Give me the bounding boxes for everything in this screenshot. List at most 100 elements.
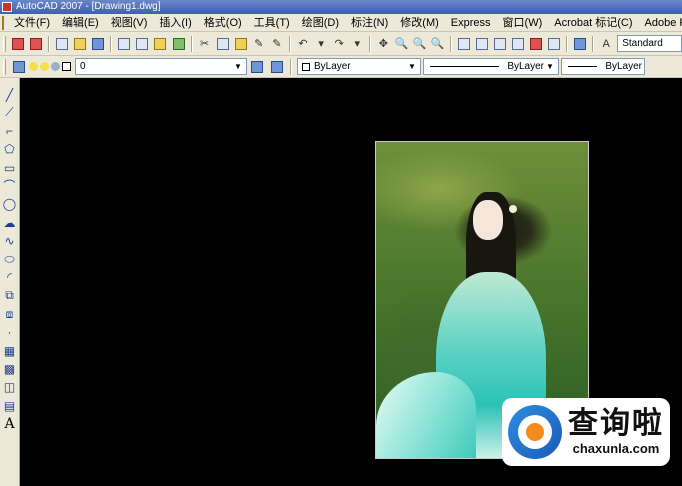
calculator-icon[interactable] <box>546 35 562 53</box>
window-title: AutoCAD 2007 - [Drawing1.dwg] <box>16 1 161 12</box>
make-block-icon[interactable]: ⧈ <box>2 306 18 323</box>
watermark-name: 查询啦 <box>568 406 664 441</box>
undo-dropdown-icon[interactable]: ▾ <box>313 35 329 53</box>
spline-icon[interactable]: ∿ <box>2 232 18 249</box>
multiline-text-icon[interactable]: A <box>2 415 18 432</box>
menu-view[interactable]: 视图(V) <box>105 14 154 32</box>
toolbar-separator <box>369 35 372 52</box>
gradient-icon[interactable]: ▩ <box>2 360 18 377</box>
toolbar-separator <box>449 35 452 52</box>
polygon-icon[interactable]: ⬠ <box>2 141 18 158</box>
watermark-domain: chaxunla.com <box>572 441 660 456</box>
revision-cloud-icon[interactable]: ☁ <box>2 214 18 231</box>
open-file-icon[interactable] <box>72 35 88 53</box>
cut-icon[interactable]: ✂ <box>197 35 213 53</box>
lineweight-select[interactable]: ByLayer <box>561 58 645 75</box>
menu-express[interactable]: Express <box>445 14 497 32</box>
color-select[interactable]: ByLayer ▼ <box>297 58 421 75</box>
menu-bar: 文件(F) 编辑(E) 视图(V) 插入(I) 格式(O) 工具(T) 绘图(D… <box>0 14 682 32</box>
print-preview-icon[interactable] <box>134 35 150 53</box>
circle-icon[interactable]: ◯ <box>2 196 18 213</box>
hatch-icon[interactable]: ▦ <box>2 342 18 359</box>
acrobat-markup-icon[interactable] <box>28 35 44 53</box>
pan-icon[interactable]: ✥ <box>375 35 391 53</box>
layers-properties-toolbar: 0 ▼ ByLayer ▼ ByLayer ▼ ByLayer <box>0 56 682 78</box>
menu-format[interactable]: 格式(O) <box>198 14 248 32</box>
layer-thaw-icon <box>40 62 49 71</box>
menu-file[interactable]: 文件(F) <box>8 14 56 32</box>
polyline-icon[interactable]: ⌐ <box>2 123 18 140</box>
menu-tools[interactable]: 工具(T) <box>248 14 296 32</box>
toolbar-separator <box>48 35 51 52</box>
autocad-app-icon <box>2 2 12 12</box>
arc-icon[interactable]: ⌒ <box>2 177 18 194</box>
toolbar-grip[interactable] <box>3 58 6 75</box>
chevron-down-icon[interactable]: ▼ <box>406 60 418 73</box>
menu-acrobat-markup[interactable]: Acrobat 标记(C) <box>548 14 638 32</box>
tool-palettes-icon[interactable] <box>492 35 508 53</box>
make-current-layer-icon[interactable] <box>248 58 266 76</box>
toolbar-separator <box>290 58 292 75</box>
menu-dimension[interactable]: 标注(N) <box>345 14 394 32</box>
markup-set-icon[interactable] <box>528 35 544 53</box>
text-style-icon[interactable]: A <box>598 35 614 53</box>
block-editor-icon[interactable]: ✎ <box>269 35 285 53</box>
layer-color-icon <box>62 62 71 71</box>
menu-modify[interactable]: 修改(M) <box>394 14 445 32</box>
toolbar-grip[interactable] <box>3 35 6 52</box>
toolbar-separator <box>288 35 291 52</box>
line-icon[interactable]: ╱ <box>2 86 18 103</box>
color-swatch-icon <box>302 62 310 71</box>
region-icon[interactable]: ◫ <box>2 379 18 396</box>
layer-select[interactable]: 0 ▼ <box>75 58 247 75</box>
watermark-text: 查询啦 chaxunla.com <box>568 407 664 457</box>
point-icon[interactable]: · <box>2 324 18 341</box>
redo-dropdown-icon[interactable]: ▾ <box>349 35 365 53</box>
chevron-down-icon[interactable]: ▼ <box>544 60 556 73</box>
print-icon[interactable] <box>116 35 132 53</box>
construction-line-icon[interactable]: ⟋ <box>2 104 18 121</box>
text-style-select[interactable]: Standard <box>617 35 682 52</box>
menu-adobe-pdf[interactable]: Adobe PDF(B) <box>639 14 682 32</box>
pdf-icon[interactable] <box>10 35 26 53</box>
layer-state-icons <box>29 62 71 71</box>
rectangle-icon[interactable]: ▭ <box>2 159 18 176</box>
menu-insert[interactable]: 插入(I) <box>153 14 197 32</box>
properties-icon[interactable] <box>456 35 472 53</box>
table-icon[interactable]: ▤ <box>2 397 18 414</box>
zoom-previous-icon[interactable]: 🔍 <box>430 35 446 53</box>
chevron-down-icon[interactable]: ▼ <box>232 60 244 73</box>
ellipse-icon[interactable]: ⬭ <box>2 251 18 268</box>
save-icon[interactable] <box>90 35 106 53</box>
document-icon[interactable] <box>2 15 4 30</box>
standard-toolbar: ✂ ✎ ✎ ↶ ▾ ↷ ▾ ✥ 🔍 🔍 🔍 A Standard <box>0 32 682 56</box>
match-properties-icon[interactable]: ✎ <box>251 35 267 53</box>
help-icon[interactable] <box>572 35 588 53</box>
publish-icon[interactable] <box>152 35 168 53</box>
linetype-select[interactable]: ByLayer ▼ <box>423 58 559 75</box>
new-file-icon[interactable] <box>54 35 70 53</box>
design-center-icon[interactable] <box>474 35 490 53</box>
layer-previous-icon[interactable] <box>268 58 286 76</box>
menu-window[interactable]: 窗口(W) <box>497 14 549 32</box>
sheet-set-icon[interactable] <box>510 35 526 53</box>
undo-icon[interactable]: ↶ <box>295 35 311 53</box>
image-hair-flower <box>509 205 517 213</box>
3d-dwf-icon[interactable] <box>171 35 187 53</box>
redo-icon[interactable]: ↷ <box>331 35 347 53</box>
lineweight-value: ByLayer <box>605 61 642 72</box>
ellipse-arc-icon[interactable]: ◜ <box>2 269 18 286</box>
paste-icon[interactable] <box>233 35 249 53</box>
chaxunla-logo-icon <box>508 405 562 459</box>
menu-edit[interactable]: 编辑(E) <box>56 14 105 32</box>
zoom-realtime-icon[interactable]: 🔍 <box>393 35 409 53</box>
layer-manager-icon[interactable] <box>10 58 28 76</box>
toolbar-separator <box>110 35 113 52</box>
menu-draw[interactable]: 绘图(D) <box>296 14 345 32</box>
toolbar-separator <box>566 35 569 52</box>
title-bar: AutoCAD 2007 - [Drawing1.dwg] <box>0 0 682 14</box>
zoom-window-icon[interactable]: 🔍 <box>411 35 427 53</box>
linetype-sample <box>430 66 500 67</box>
copy-icon[interactable] <box>215 35 231 53</box>
insert-block-icon[interactable]: ⧉ <box>2 287 18 304</box>
